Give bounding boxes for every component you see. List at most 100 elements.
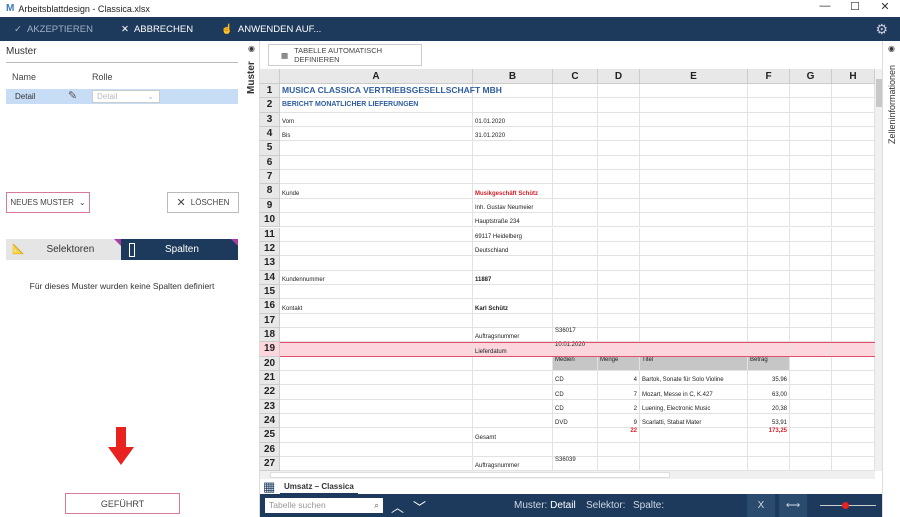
cell-d1[interactable] — [598, 84, 640, 99]
cell-d2[interactable] — [598, 98, 640, 113]
cell-g12[interactable] — [790, 241, 832, 257]
cell-a19[interactable] — [280, 342, 473, 357]
sheet-list-icon[interactable]: ▦ — [263, 479, 275, 495]
cell-g14[interactable] — [790, 270, 832, 285]
cell-d24[interactable]: 9 — [598, 414, 640, 429]
cell-d25[interactable]: 22 — [598, 428, 640, 443]
cell-e14[interactable] — [640, 270, 748, 285]
cell-d11[interactable] — [598, 227, 640, 242]
fit-width-icon[interactable]: ⟷ — [779, 494, 807, 517]
new-pattern-button[interactable]: NEUES MUSTER ⌄ — [6, 192, 90, 213]
cell-c17[interactable] — [553, 313, 598, 328]
cell-b21[interactable] — [473, 371, 553, 386]
cell-e11[interactable] — [640, 227, 748, 242]
cell-d5[interactable] — [598, 141, 640, 156]
cell-d16[interactable] — [598, 299, 640, 314]
cell-e12[interactable] — [640, 241, 748, 257]
cell-b23[interactable] — [473, 399, 553, 415]
cell-f6[interactable] — [748, 155, 790, 171]
cell-e17[interactable] — [640, 313, 748, 328]
row-header[interactable]: 2 — [260, 98, 280, 113]
cell-f14[interactable] — [748, 270, 790, 285]
tab-selectors[interactable]: 📐 Selektoren — [6, 239, 121, 260]
cell-a8[interactable]: Kunde — [280, 184, 473, 199]
row-header[interactable]: 22 — [260, 385, 280, 400]
row-header[interactable]: 20 — [260, 356, 280, 371]
edit-icon[interactable]: ✎ — [68, 89, 77, 102]
cell-c16[interactable] — [553, 299, 598, 314]
cell-e10[interactable] — [640, 213, 748, 228]
cell-h19[interactable] — [832, 342, 875, 357]
cell-a11[interactable] — [280, 227, 473, 242]
cell-h8[interactable] — [832, 184, 875, 199]
cell-a27[interactable] — [280, 457, 473, 471]
sheet-search-input[interactable]: Tabelle suchen ⌕ — [265, 498, 383, 513]
cell-c20[interactable]: Medien — [553, 356, 598, 371]
cell-h20[interactable] — [832, 356, 875, 371]
guided-button[interactable]: GEFÜHRT — [65, 493, 180, 514]
apply-to-button[interactable]: ☝ ANWENDEN AUF... — [221, 24, 321, 35]
row-header[interactable]: 15 — [260, 284, 280, 300]
cell-a5[interactable] — [280, 141, 473, 156]
row-header[interactable]: 21 — [260, 371, 280, 386]
row-header[interactable]: 17 — [260, 313, 280, 328]
cell-f18[interactable] — [748, 327, 790, 343]
column-header-f[interactable]: F — [748, 69, 790, 84]
cell-a13[interactable] — [280, 256, 473, 271]
cell-a17[interactable] — [280, 313, 473, 328]
cell-a3[interactable]: Vom — [280, 112, 473, 128]
accept-button[interactable]: ✓ AKZEPTIEREN — [14, 24, 93, 35]
role-select[interactable]: Detail ⌄ — [92, 90, 160, 103]
cell-b20[interactable] — [473, 356, 553, 371]
row-header[interactable]: 23 — [260, 399, 280, 415]
cell-a15[interactable] — [280, 284, 473, 300]
cell-c22[interactable]: CD — [553, 385, 598, 400]
row-header[interactable]: 24 — [260, 414, 280, 429]
cell-g16[interactable] — [790, 299, 832, 314]
row-header[interactable]: 14 — [260, 270, 280, 285]
column-header-a[interactable]: A — [280, 69, 473, 84]
excel-icon[interactable]: X — [747, 494, 775, 517]
cell-d19[interactable] — [598, 342, 640, 357]
cell-d7[interactable] — [598, 170, 640, 185]
cell-h5[interactable] — [832, 141, 875, 156]
row-header[interactable]: 1 — [260, 84, 280, 99]
cell-e26[interactable] — [640, 442, 748, 458]
cell-g6[interactable] — [790, 155, 832, 171]
cell-e1[interactable] — [640, 84, 748, 99]
cell-a26[interactable] — [280, 442, 473, 458]
cell-e16[interactable] — [640, 299, 748, 314]
cell-c18[interactable]: S36017 — [553, 327, 598, 343]
cell-c3[interactable] — [553, 112, 598, 128]
cell-a1[interactable]: MUSICA CLASSICA VERTRIEBSGESELLSCHAFT MB… — [280, 84, 502, 99]
cell-c12[interactable] — [553, 241, 598, 257]
cell-e15[interactable] — [640, 284, 748, 300]
cell-c7[interactable] — [553, 170, 598, 185]
cell-e5[interactable] — [640, 141, 748, 156]
cell-b3[interactable]: 01.01.2020 — [473, 112, 553, 128]
cell-f4[interactable] — [748, 127, 790, 142]
pin-icon[interactable]: ◉ — [248, 44, 255, 53]
cell-h22[interactable] — [832, 385, 875, 400]
cell-f21[interactable]: 35,96 — [748, 371, 790, 386]
cell-g22[interactable] — [790, 385, 832, 400]
cell-e21[interactable]: Bartok, Sonate für Solo Violine — [640, 371, 748, 386]
cell-e6[interactable] — [640, 155, 748, 171]
cell-b6[interactable] — [473, 155, 553, 171]
cell-c5[interactable] — [553, 141, 598, 156]
cell-e18[interactable] — [640, 327, 748, 343]
cell-g7[interactable] — [790, 170, 832, 185]
cell-d12[interactable] — [598, 241, 640, 257]
cell-h27[interactable] — [832, 457, 875, 471]
cell-g23[interactable] — [790, 399, 832, 415]
cell-h16[interactable] — [832, 299, 875, 314]
cell-b16[interactable]: Karl Schütz — [473, 299, 553, 314]
cell-d9[interactable] — [598, 198, 640, 214]
row-header[interactable]: 9 — [260, 198, 280, 214]
row-header[interactable]: 5 — [260, 141, 280, 156]
cell-d27[interactable] — [598, 457, 640, 471]
cell-h17[interactable] — [832, 313, 875, 328]
cell-a10[interactable] — [280, 213, 473, 228]
column-header-e[interactable]: E — [640, 69, 748, 84]
column-header-c[interactable]: C — [553, 69, 598, 84]
